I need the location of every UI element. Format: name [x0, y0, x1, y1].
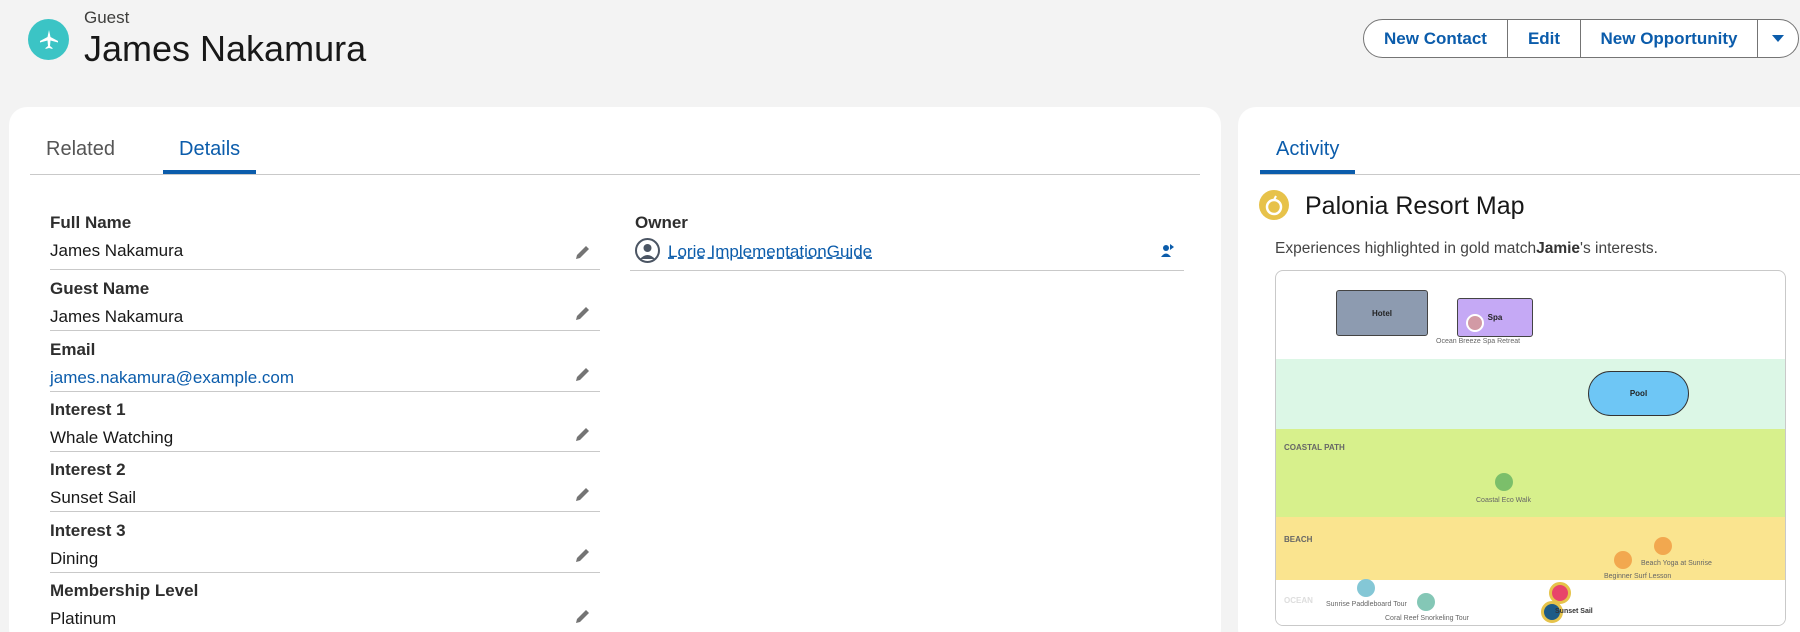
beach-zone: BEACH — [1276, 517, 1785, 580]
spa-retreat-pin[interactable] — [1466, 314, 1484, 332]
building-label: Hotel — [1372, 308, 1392, 318]
new-contact-button[interactable]: New Contact — [1364, 20, 1508, 57]
pencil-icon[interactable] — [574, 425, 592, 443]
user-avatar-icon — [640, 244, 655, 259]
field-value: Whale Watching — [50, 428, 174, 447]
building-label: Spa — [1487, 313, 1503, 322]
field-label: Guest Name — [50, 279, 150, 298]
activity-tabs: Activity — [1260, 130, 1800, 175]
pin-label: Ocean Breeze Spa Retreat — [1436, 338, 1521, 345]
field-value: Platinum — [50, 609, 117, 628]
owner-label: Owner — [635, 213, 688, 232]
airplane-icon — [39, 29, 58, 49]
field-value: James Nakamura — [50, 307, 184, 326]
record-tabs: Related Details — [30, 130, 1200, 175]
apple-icon — [1265, 195, 1283, 216]
pencil-icon[interactable] — [574, 546, 592, 564]
owner-link[interactable]: Lorie ImplementationGuide — [668, 242, 872, 262]
action-button-group: New Contact Edit New Opportunity — [1363, 19, 1799, 58]
map-title: Palonia Resort Map — [1305, 192, 1525, 220]
field-label: Membership Level — [50, 581, 199, 600]
email-link[interactable]: james.nakamura@example.com — [50, 368, 600, 388]
map-component-icon — [1259, 190, 1289, 220]
zone-label: OCEAN — [1284, 596, 1313, 605]
new-opportunity-button[interactable]: New Opportunity — [1581, 20, 1758, 57]
building-label: Pool — [1629, 389, 1648, 398]
eco-walk-pin[interactable] — [1495, 473, 1513, 491]
desc-guest-name: Jamie — [1536, 240, 1581, 257]
owner-avatar — [635, 238, 660, 263]
desc-suffix: 's interests. — [1580, 240, 1658, 257]
pin-label: Sunset Sail — [1555, 608, 1593, 615]
field-label: Interest 1 — [50, 400, 126, 419]
pencil-icon[interactable] — [574, 365, 592, 383]
hotel-building[interactable]: Hotel — [1336, 290, 1428, 336]
more-actions-button[interactable] — [1758, 20, 1798, 57]
page-title: James Nakamura — [84, 28, 367, 69]
map-description: Experiences highlighted in gold matchJam… — [1275, 240, 1658, 258]
snorkeling-pin[interactable] — [1417, 593, 1435, 611]
field-label: Interest 2 — [50, 460, 126, 479]
tab-related[interactable]: Related — [30, 138, 131, 174]
field-membership-level: Membership Level Platinum — [50, 581, 600, 632]
change-owner-icon[interactable] — [1158, 242, 1176, 260]
guest-record-icon — [28, 19, 69, 60]
tab-activity[interactable]: Activity — [1260, 138, 1356, 174]
pin-label: Coral Reef Snorkeling Tour — [1385, 615, 1469, 622]
field-full-name: Full Name James Nakamura — [50, 213, 600, 270]
pin-label: Beginner Surf Lesson — [1604, 573, 1672, 580]
field-label: Interest 3 — [50, 521, 126, 540]
pencil-icon[interactable] — [574, 304, 592, 322]
beach-yoga-pin[interactable] — [1654, 537, 1672, 555]
field-value: Sunset Sail — [50, 488, 136, 507]
field-interest-1: Interest 1 Whale Watching — [50, 400, 600, 452]
zone-label: COASTAL PATH — [1284, 443, 1345, 452]
field-label: Full Name — [50, 213, 132, 232]
chevron-down-icon — [1772, 34, 1784, 42]
tab-details[interactable]: Details — [163, 138, 257, 174]
pin-label: Beach Yoga at Sunrise — [1641, 560, 1712, 567]
paddleboard-pin[interactable] — [1357, 579, 1375, 597]
pool-building[interactable]: Pool — [1588, 371, 1689, 416]
pin-label: Sunrise Paddleboard Tour — [1326, 601, 1407, 608]
field-interest-3: Interest 3 Dining — [50, 521, 600, 573]
owner-field: Lorie ImplementationGuide — [630, 237, 1184, 271]
pencil-icon[interactable] — [574, 485, 592, 503]
record-type: Guest — [84, 8, 130, 27]
edit-button[interactable]: Edit — [1508, 20, 1581, 57]
surf-lesson-pin[interactable] — [1614, 551, 1632, 569]
field-value: James Nakamura — [50, 241, 184, 260]
desc-prefix: Experiences highlighted in gold match — [1275, 240, 1537, 257]
zone-label: BEACH — [1284, 535, 1313, 544]
pencil-icon[interactable] — [574, 607, 592, 625]
field-email: Email james.nakamura@example.com — [50, 340, 600, 392]
pencil-icon[interactable] — [574, 243, 592, 261]
field-label: Email — [50, 340, 96, 359]
field-value: Dining — [50, 549, 99, 568]
field-interest-2: Interest 2 Sunset Sail — [50, 460, 600, 512]
pin-label: Coastal Eco Walk — [1476, 497, 1531, 504]
resort-map[interactable]: COASTAL PATH BEACH OCEAN Hotel Spa Ocean… — [1275, 270, 1786, 626]
field-guest-name: Guest Name James Nakamura — [50, 279, 600, 331]
pool-zone — [1276, 359, 1785, 429]
